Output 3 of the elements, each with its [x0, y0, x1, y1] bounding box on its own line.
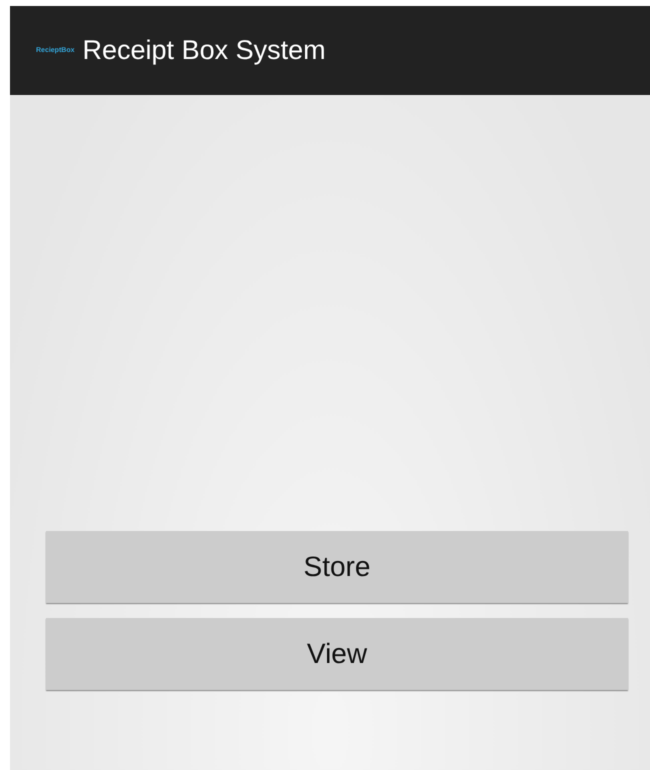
- menu-button[interactable]: Store: [46, 531, 628, 603]
- menu-button[interactable]: View: [46, 618, 628, 690]
- app-title: Receipt Box System: [82, 35, 326, 66]
